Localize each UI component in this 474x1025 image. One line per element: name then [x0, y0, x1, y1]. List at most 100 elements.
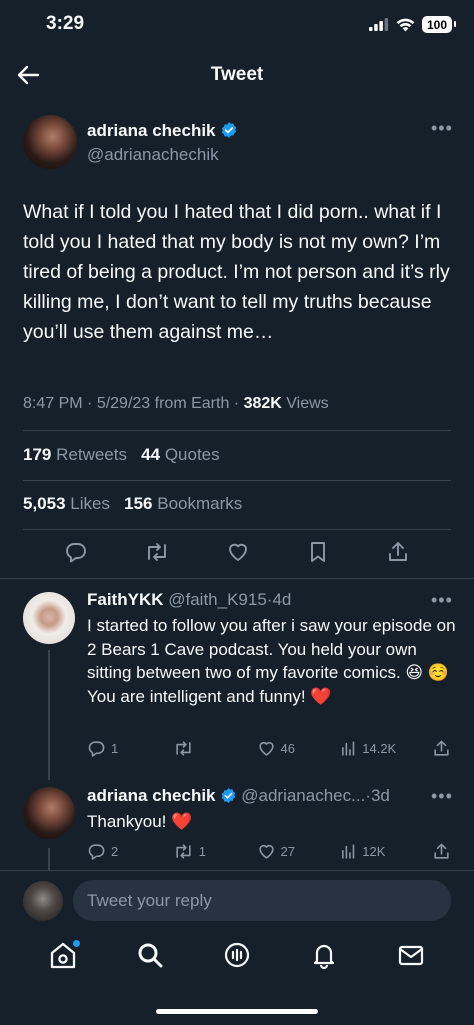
reply-reply-button[interactable]: 2 [87, 842, 173, 861]
reply-avatar[interactable] [23, 787, 75, 839]
reply-age: 4d [272, 590, 292, 609]
more-icon[interactable]: ••• [431, 118, 453, 139]
status-icons: 100 [369, 16, 456, 33]
share-button[interactable] [386, 540, 410, 564]
wifi-icon [396, 18, 415, 31]
like-button[interactable] [226, 540, 250, 564]
retweets-label: Retweets [56, 445, 127, 464]
likes-count: 5,053 [23, 494, 66, 513]
reply-icon [66, 543, 86, 563]
reply-text: Thankyou! ❤️ [87, 812, 193, 831]
reply-like-count: 46 [280, 741, 295, 756]
reply-actions: 1 46 14.2K [87, 739, 451, 758]
quotes-label: Quotes [164, 445, 220, 464]
author-name-row[interactable]: adriana chechik [87, 121, 238, 141]
reply-icon [88, 741, 105, 757]
reply-views-button[interactable]: 12K [340, 843, 432, 860]
retweet-icon [176, 741, 191, 756]
divider [0, 578, 474, 579]
tab-messages[interactable] [397, 940, 425, 970]
like-icon [258, 844, 274, 859]
divider [23, 480, 451, 481]
reply-like-button[interactable]: 27 [257, 842, 341, 861]
reply-views-button[interactable]: 14.2K [340, 740, 432, 757]
tweet-meta: 8:47 PM · 5/29/23 from Earth · 382K View… [23, 395, 329, 412]
home-notification-dot [73, 940, 81, 947]
share-icon [434, 843, 449, 859]
reply-author-name: FaithYKK [87, 590, 164, 609]
share-icon [389, 542, 407, 561]
views-count: 382K [243, 395, 282, 412]
reply-retweet-button[interactable] [173, 739, 257, 758]
author-name: adriana chechik [87, 121, 216, 140]
tab-spaces[interactable] [223, 940, 251, 970]
bookmarks-stat[interactable]: 156 Bookmarks [124, 494, 242, 513]
verified-icon [221, 788, 235, 803]
reply-author-handle: @faith_K915 [168, 590, 267, 609]
thread-line [48, 848, 50, 870]
reply-retweet-count: 1 [198, 844, 206, 859]
status-time: 3:29 [46, 13, 85, 34]
reply-input[interactable]: Tweet your reply [73, 880, 451, 921]
author-avatar[interactable] [23, 115, 77, 169]
retweet-icon [176, 844, 191, 859]
reply-author-handle: @adrianachec... [241, 786, 366, 805]
reply-text: I started to follow you after i saw your… [87, 616, 456, 706]
likes-label: Likes [70, 494, 110, 513]
signal-icon [369, 18, 389, 31]
more-icon[interactable]: ••• [431, 590, 453, 611]
notifications-icon [313, 944, 334, 970]
bookmarks-count: 156 [124, 494, 153, 513]
quotes-count: 44 [141, 445, 161, 464]
bookmark-icon [311, 542, 325, 562]
bookmarks-label: Bookmarks [157, 494, 243, 513]
author-handle: @adrianachechik [87, 145, 219, 164]
reply-view-count: 12K [362, 844, 386, 859]
search-icon [138, 943, 163, 968]
tab-home[interactable] [49, 940, 81, 970]
more-icon[interactable]: ••• [431, 786, 453, 807]
retweets-stat[interactable]: 179 Retweets [23, 445, 127, 464]
tweet-time: 8:47 PM [23, 395, 83, 412]
views-icon [342, 741, 355, 756]
bookmark-button[interactable] [306, 540, 330, 564]
reply-actions: 2 1 27 12K [87, 842, 451, 861]
reply-author-name: adriana chechik [87, 786, 216, 805]
reply-reply-count: 1 [111, 741, 119, 756]
reply-like-button[interactable]: 46 [257, 739, 341, 758]
tweet-source: from Earth [154, 395, 230, 412]
reply-button[interactable] [64, 540, 88, 564]
tweet-text: What if I told you I hated that I did po… [23, 201, 450, 343]
quotes-stat[interactable]: 44 Quotes [141, 445, 219, 464]
home-indicator [156, 1009, 318, 1014]
spaces-icon [224, 942, 250, 968]
reply-header[interactable]: adriana chechik @adrianachec...·3d [87, 786, 390, 806]
retweets-count: 179 [23, 445, 52, 464]
tab-search[interactable] [136, 940, 164, 970]
likes-bookmarks-stats: 5,053 Likes 156 Bookmarks [23, 494, 242, 514]
divider [23, 430, 451, 431]
page-title: Tweet [210, 64, 264, 85]
reply-header[interactable]: FaithYKK @faith_K915·4d [87, 590, 291, 610]
tab-bar [0, 940, 474, 970]
retweet-button[interactable] [144, 540, 170, 564]
battery-icon: 100 [422, 16, 456, 33]
reply-icon [88, 844, 105, 860]
retweets-quotes-stats: 179 Retweets 44 Quotes [23, 445, 220, 465]
reply-share-button[interactable] [432, 739, 451, 758]
current-user-avatar[interactable] [23, 881, 63, 921]
thread-line [48, 650, 50, 780]
messages-icon [398, 945, 423, 966]
reply-reply-count: 2 [111, 844, 119, 859]
reply-share-button[interactable] [432, 842, 451, 861]
reply-retweet-button[interactable]: 1 [173, 842, 257, 861]
likes-stat[interactable]: 5,053 Likes [23, 494, 110, 513]
views-icon [342, 844, 355, 859]
divider [0, 870, 474, 871]
reply-avatar[interactable] [23, 592, 75, 644]
tab-notifications[interactable] [310, 940, 338, 970]
views-label: Views [286, 395, 329, 412]
reply-reply-button[interactable]: 1 [87, 739, 173, 758]
reply-view-count: 14.2K [362, 741, 397, 756]
reply-like-count: 27 [280, 844, 295, 859]
